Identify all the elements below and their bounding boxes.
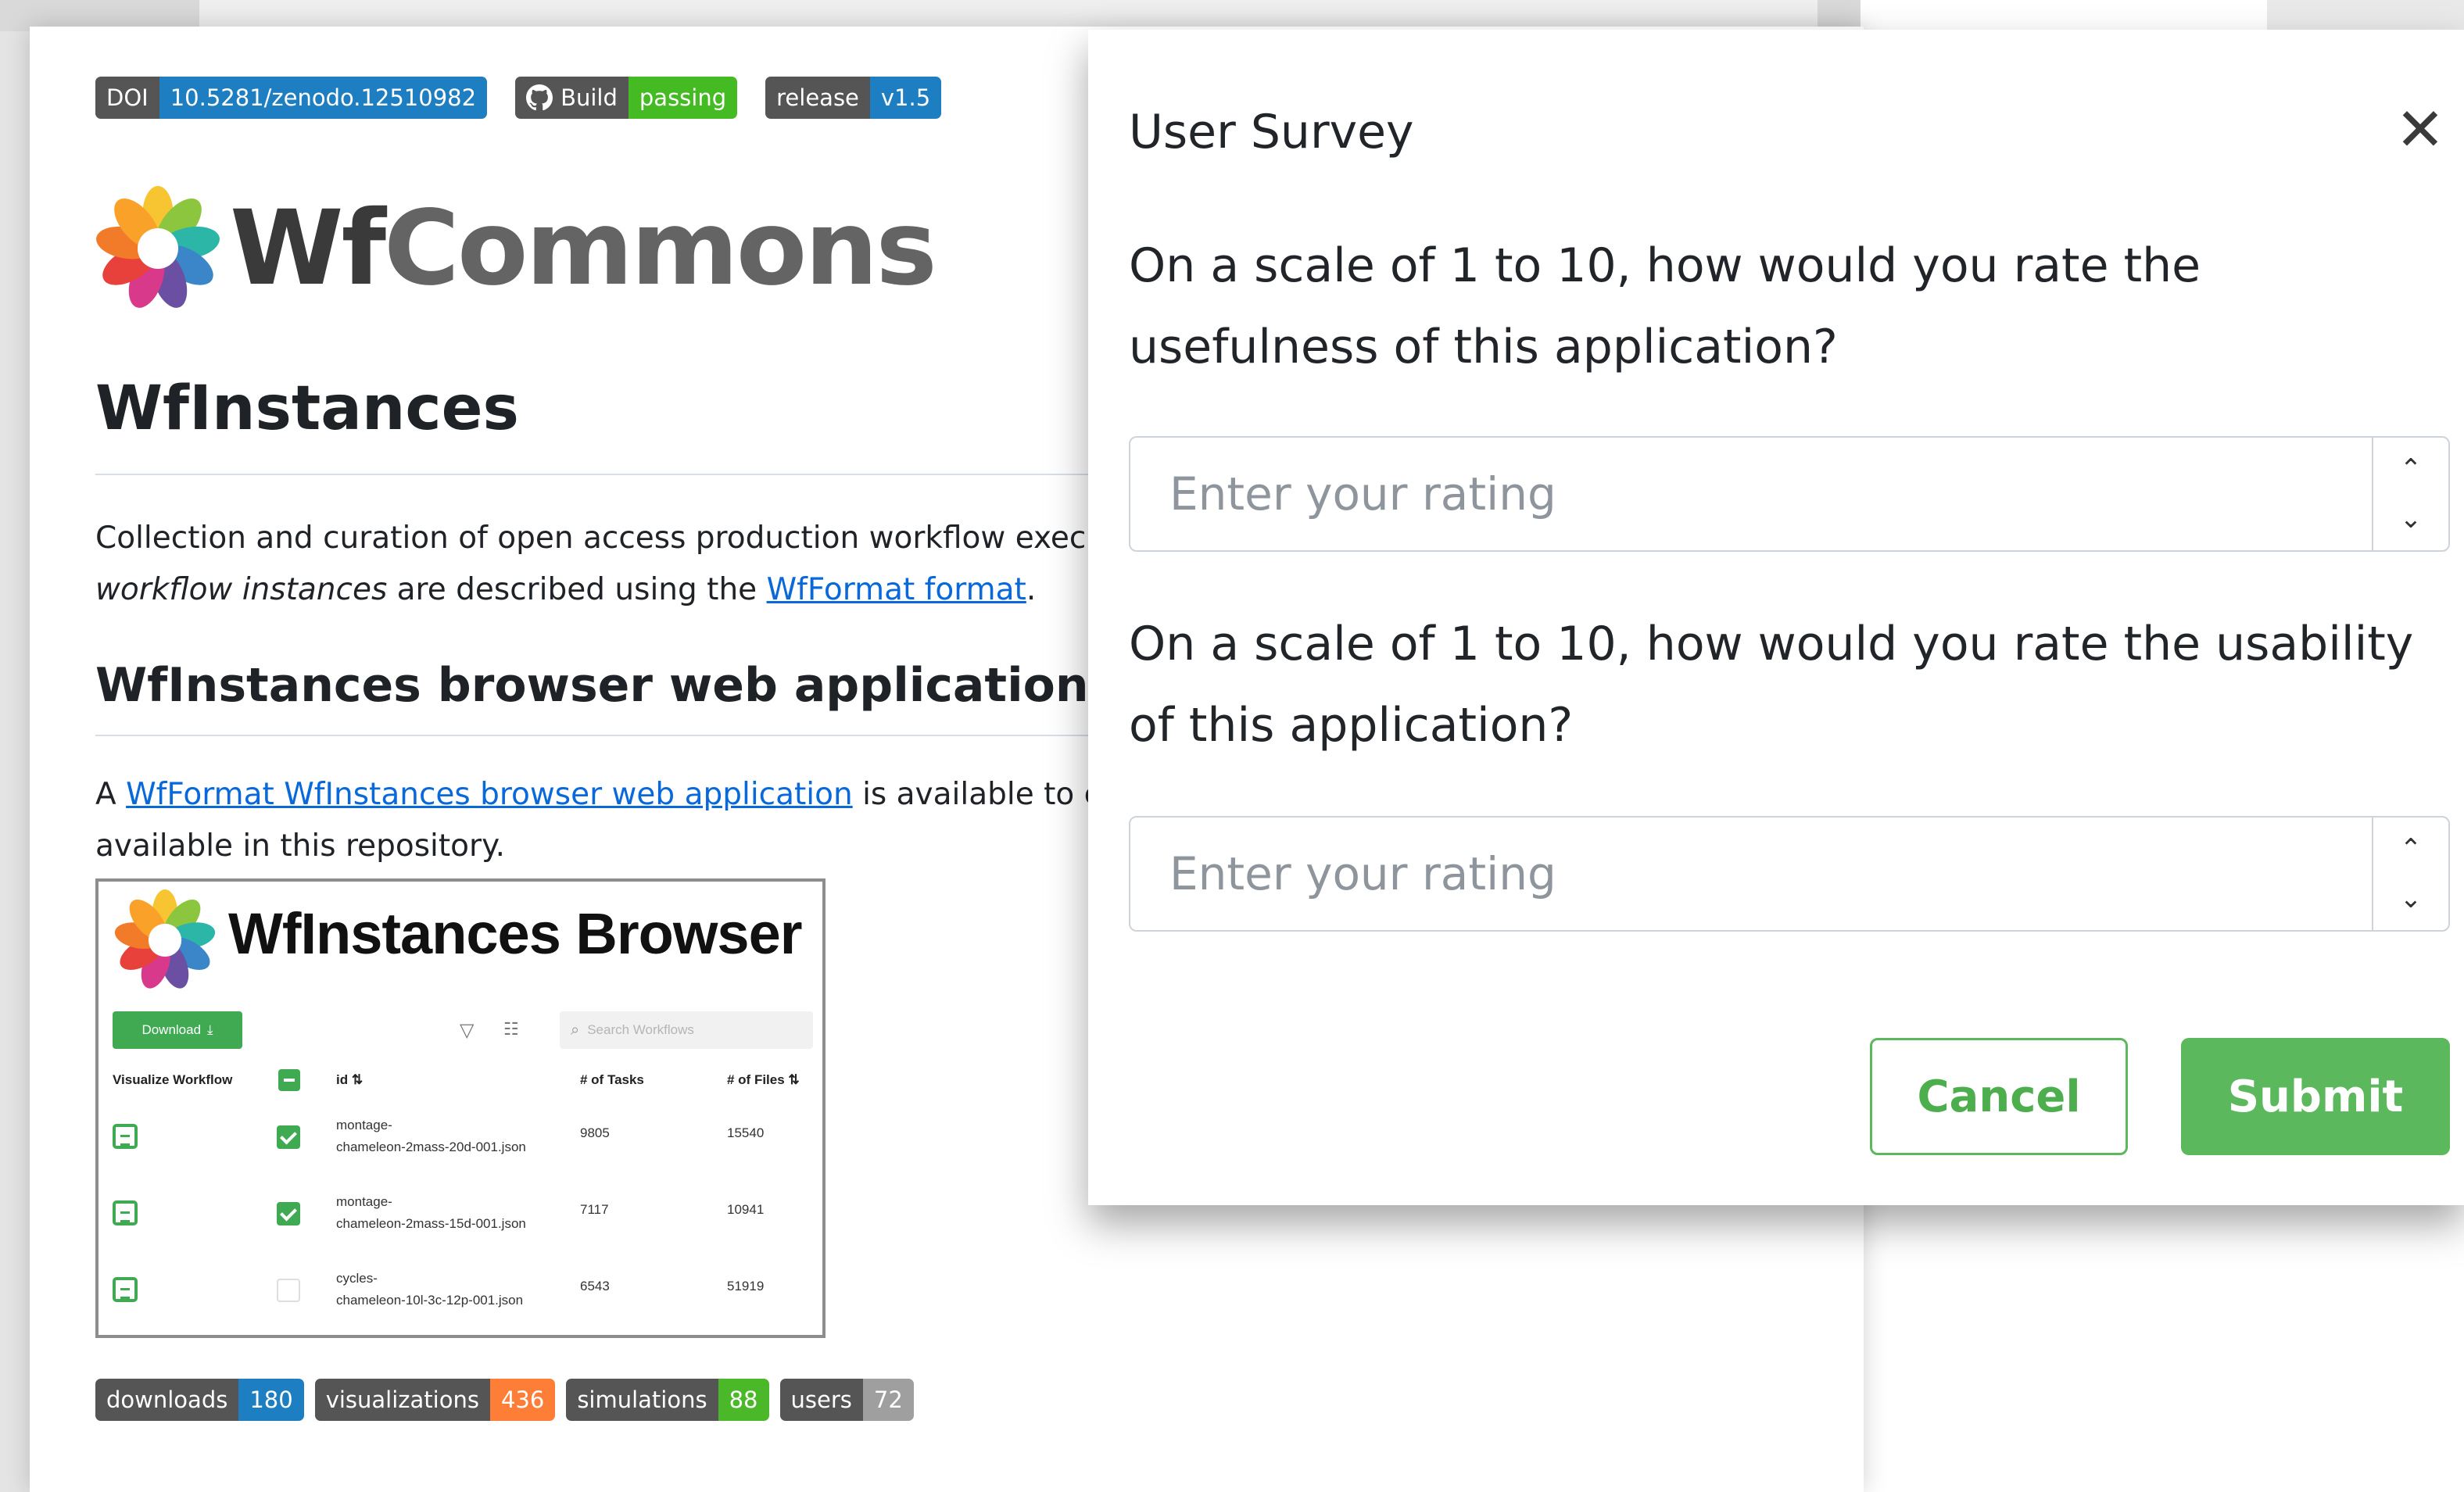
badges-top: DOI 10.5281/zenodo.12510982 Build passin… <box>95 77 942 119</box>
intro-line-1: Collection and curation of open access p… <box>95 521 1126 556</box>
col-tasks: # of Tasks <box>580 1072 644 1087</box>
simulations-badge[interactable]: simulations 88 <box>566 1379 769 1421</box>
release-badge[interactable]: release v1.5 <box>765 77 942 119</box>
filter-icon: ▽ <box>460 1020 475 1041</box>
page-title: WfInstances <box>95 374 519 444</box>
row-checkbox <box>277 1202 300 1225</box>
submit-button[interactable]: Submit <box>2181 1038 2450 1155</box>
table-row: montage-chameleon-2mass-20d-001.json 980… <box>98 1097 822 1175</box>
visualize-icon <box>113 1277 138 1302</box>
usability-rating-input[interactable] <box>1130 818 2372 930</box>
usability-stepper[interactable]: ⌃ ⌄ <box>2372 818 2448 930</box>
usefulness-rating-field: ⌃ ⌄ <box>1129 436 2450 552</box>
row-checkbox <box>277 1279 300 1302</box>
question-usefulness: On a scale of 1 to 10, how would you rat… <box>1129 238 2201 374</box>
table-row: montage-chameleon-2mass-15d-001.json 711… <box>98 1174 822 1252</box>
chevron-up-icon[interactable]: ⌃ <box>2400 835 2423 862</box>
visualizations-badge[interactable]: visualizations 436 <box>314 1379 556 1421</box>
screenshot-title: WfInstances Browser <box>228 901 803 966</box>
survey-modal: User Survey ✕ On a scale of 1 to 10, how… <box>1088 30 2464 1205</box>
section-heading: WfInstances browser web application <box>95 658 1089 713</box>
cancel-button[interactable]: Cancel <box>1870 1038 2128 1155</box>
wfcommons-logo: Wf Commons <box>95 186 937 311</box>
usability-rating-field: ⌃ ⌄ <box>1129 816 2450 932</box>
modal-title: User Survey <box>1129 105 1414 159</box>
badges-bottom: downloads 180 visualizations 436 simulat… <box>95 1379 914 1421</box>
flower-logo-icon <box>96 186 220 308</box>
visualize-icon <box>113 1200 138 1225</box>
downloads-badge[interactable]: downloads 180 <box>95 1379 304 1421</box>
chevron-down-icon[interactable]: ⌄ <box>2400 886 2423 912</box>
select-all-checkbox <box>278 1069 300 1091</box>
columns-icon: ☷ <box>503 1019 519 1039</box>
browser-screenshot[interactable]: WfInstances Browser Download ⤓ ▽ ☷ ⌕ Sea… <box>95 878 826 1338</box>
users-badge[interactable]: users 72 <box>779 1379 914 1421</box>
col-files: # of Files ⇅ <box>727 1072 800 1087</box>
intro-paragraph: Collection and curation of open access p… <box>95 513 1126 616</box>
visualize-icon <box>113 1124 138 1149</box>
flower-logo-icon <box>114 889 216 989</box>
usefulness-stepper[interactable]: ⌃ ⌄ <box>2372 438 2448 550</box>
screenshot-download-button: Download ⤓ <box>113 1011 242 1049</box>
question-usability: On a scale of 1 to 10, how would you rat… <box>1129 617 2414 753</box>
intro-emphasis: workflow instances <box>95 572 388 607</box>
background-panel-strip <box>2267 0 2464 31</box>
col-visualize: Visualize Workflow <box>113 1072 233 1087</box>
browser-app-link[interactable]: WfFormat WfInstances browser web applica… <box>126 777 853 812</box>
wfformat-link[interactable]: WfFormat format <box>767 572 1026 607</box>
doi-badge[interactable]: DOI 10.5281/zenodo.12510982 <box>95 77 488 119</box>
col-id: id ⇅ <box>336 1072 364 1087</box>
row-checkbox <box>277 1125 300 1149</box>
build-badge[interactable]: Build passing <box>515 77 738 119</box>
github-icon <box>526 84 553 111</box>
browser-paragraph: A WfFormat WfInstances browser web appli… <box>95 777 1137 864</box>
download-icon: ⤓ <box>207 1022 213 1037</box>
search-icon: ⌕ <box>571 1021 580 1039</box>
usefulness-rating-input[interactable] <box>1130 438 2372 550</box>
chevron-down-icon[interactable]: ⌄ <box>2400 506 2423 532</box>
screenshot-search: ⌕ Search Workflows <box>560 1011 813 1049</box>
chevron-up-icon[interactable]: ⌃ <box>2400 456 2423 482</box>
table-row: cycles-chameleon-10l-3c-12p-001.json 654… <box>98 1250 822 1329</box>
close-icon[interactable]: ✕ <box>2389 98 2451 161</box>
